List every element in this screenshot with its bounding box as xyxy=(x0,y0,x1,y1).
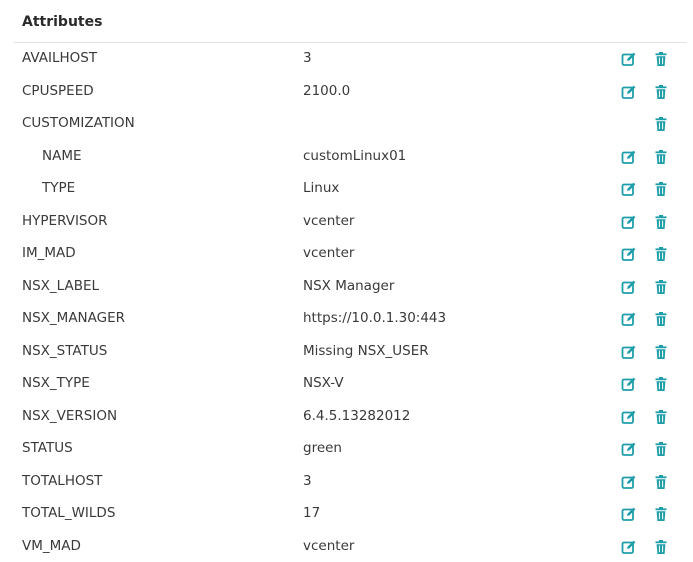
edit-icon[interactable] xyxy=(621,311,637,327)
attribute-row: TOTALHOST 3 xyxy=(0,465,693,498)
attribute-row: CUSTOMIZATION xyxy=(0,107,693,140)
attribute-value: NSX Manager xyxy=(303,277,395,294)
attribute-key: CUSTOMIZATION xyxy=(22,115,135,131)
trash-icon[interactable] xyxy=(653,506,669,522)
trash-icon[interactable] xyxy=(653,409,669,425)
trash-icon[interactable] xyxy=(653,311,669,327)
edit-icon[interactable] xyxy=(621,181,637,197)
attribute-value: vcenter xyxy=(303,537,355,554)
trash-icon[interactable] xyxy=(653,84,669,100)
attribute-key: TOTALHOST xyxy=(22,472,103,489)
attribute-key: AVAILHOST xyxy=(22,50,98,66)
edit-icon[interactable] xyxy=(621,344,637,360)
attribute-row: VM_MAD vcenter xyxy=(0,530,693,562)
edit-icon[interactable] xyxy=(621,214,637,230)
attribute-key: NSX_VERSION xyxy=(22,407,118,424)
attribute-row: NSX_STATUS Missing NSX_USER xyxy=(0,335,693,368)
trash-icon[interactable] xyxy=(653,246,669,262)
trash-icon[interactable] xyxy=(653,181,669,197)
attribute-value: Linux xyxy=(303,180,340,196)
edit-icon[interactable] xyxy=(621,279,637,295)
attribute-row: TOTAL_WILDS 17 xyxy=(0,497,693,530)
edit-icon[interactable] xyxy=(621,539,637,555)
attribute-key: NSX_STATUS xyxy=(22,342,108,359)
attribute-row: CPUSPEED 2100.0 xyxy=(0,75,693,108)
attribute-key: CPUSPEED xyxy=(22,82,94,99)
attribute-value: green xyxy=(303,440,342,456)
trash-icon[interactable] xyxy=(653,376,669,392)
attributes-table: AVAILHOST 3 CPUSPEED 2100.0 CUSTOMIZATION NAM… xyxy=(0,42,693,562)
attribute-value: 3 xyxy=(303,50,312,66)
attribute-row: NAME customLinux01 xyxy=(0,140,693,173)
attribute-key: STATUS xyxy=(22,440,73,456)
attribute-value: Missing NSX_USER xyxy=(303,342,429,359)
edit-icon[interactable] xyxy=(621,376,637,392)
attribute-row: NSX_VERSION 6.4.5.13282012 xyxy=(0,400,693,433)
attribute-key: IM_MAD xyxy=(22,245,76,261)
edit-icon[interactable] xyxy=(621,51,637,67)
edit-icon[interactable] xyxy=(621,474,637,490)
trash-icon[interactable] xyxy=(653,474,669,490)
attribute-row: HYPERVISOR vcenter xyxy=(0,205,693,238)
trash-icon[interactable] xyxy=(653,116,669,132)
attribute-key: NAME xyxy=(42,147,82,164)
attribute-value: 2100.0 xyxy=(303,82,351,99)
attribute-value: vcenter xyxy=(303,245,355,261)
attribute-key: TOTAL_WILDS xyxy=(22,505,116,521)
attribute-key: VM_MAD xyxy=(22,537,81,554)
attribute-key: NSX_TYPE xyxy=(22,375,90,391)
trash-icon[interactable] xyxy=(653,344,669,360)
attribute-row: AVAILHOST 3 xyxy=(0,42,693,75)
trash-icon[interactable] xyxy=(653,279,669,295)
attribute-row: STATUS green xyxy=(0,432,693,465)
attribute-row: IM_MAD vcenter xyxy=(0,237,693,270)
trash-icon[interactable] xyxy=(653,441,669,457)
attribute-row: NSX_LABEL NSX Manager xyxy=(0,270,693,303)
attribute-value: 3 xyxy=(303,472,312,489)
attribute-row: NSX_MANAGER https://10.0.1.30:443 xyxy=(0,302,693,335)
attribute-key: NSX_LABEL xyxy=(22,277,100,294)
edit-icon[interactable] xyxy=(621,441,637,457)
trash-icon[interactable] xyxy=(653,51,669,67)
attribute-key: NSX_MANAGER xyxy=(22,310,126,326)
attribute-value: 6.4.5.13282012 xyxy=(303,407,411,424)
attributes-panel: Attributes AVAILHOST 3 CPUSPEED 2100.0 CUSTO… xyxy=(0,0,693,562)
attribute-value: 17 xyxy=(303,505,321,521)
attribute-value: customLinux01 xyxy=(303,147,407,164)
attributes-title: Attributes xyxy=(22,14,103,30)
attribute-key: HYPERVISOR xyxy=(22,212,108,229)
trash-icon[interactable] xyxy=(653,539,669,555)
edit-icon[interactable] xyxy=(621,84,637,100)
trash-icon[interactable] xyxy=(653,214,669,230)
edit-icon[interactable] xyxy=(621,246,637,262)
attribute-row: NSX_TYPE NSX-V xyxy=(0,367,693,400)
attribute-value: https://10.0.1.30:443 xyxy=(303,310,447,326)
attribute-value: NSX-V xyxy=(303,375,344,391)
edit-icon[interactable] xyxy=(621,149,637,165)
trash-icon[interactable] xyxy=(653,149,669,165)
attribute-value: vcenter xyxy=(303,212,355,229)
attribute-key: TYPE xyxy=(42,180,76,196)
edit-icon[interactable] xyxy=(621,506,637,522)
attribute-row: TYPE Linux xyxy=(0,172,693,205)
edit-icon[interactable] xyxy=(621,409,637,425)
